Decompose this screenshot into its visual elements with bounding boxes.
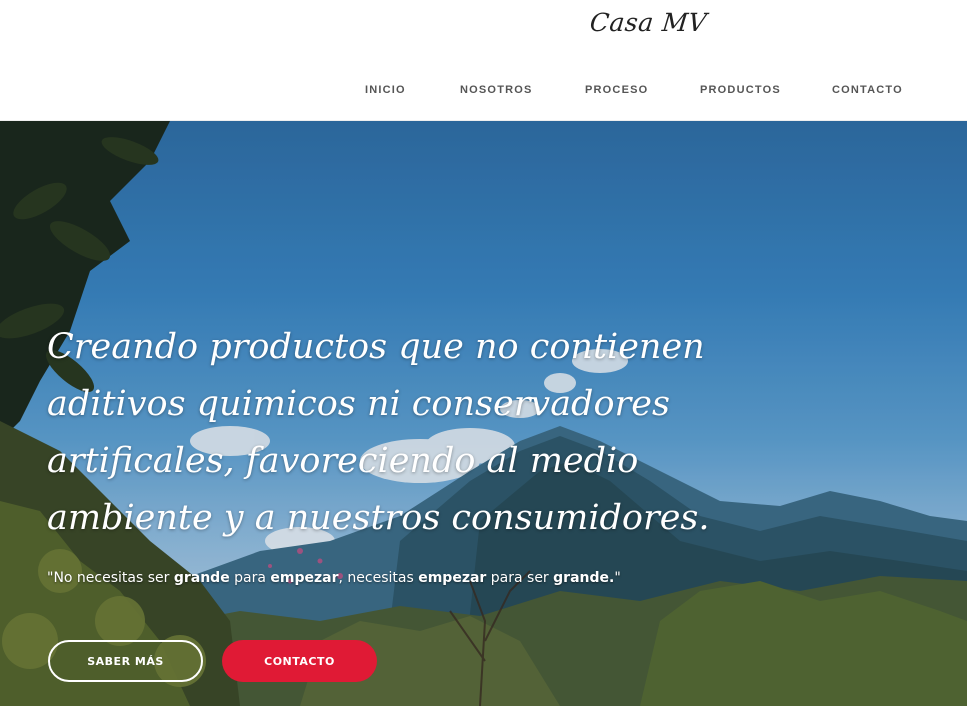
hero-section: Creando productos que no contienen aditi… bbox=[0, 121, 967, 706]
nav-item-productos[interactable]: PRODUCTOS bbox=[700, 84, 781, 96]
contacto-button[interactable]: CONTACTO bbox=[222, 640, 377, 682]
main-nav: INICIO NOSOTROS PROCESO PRODUCTOS CONTAC… bbox=[0, 84, 967, 100]
site-header: Casa MV INICIO NOSOTROS PROCESO PRODUCTO… bbox=[0, 0, 967, 121]
nav-item-contacto[interactable]: CONTACTO bbox=[832, 84, 903, 96]
nav-item-inicio[interactable]: INICIO bbox=[365, 84, 406, 96]
saber-mas-button[interactable]: SABER MÁS bbox=[48, 640, 203, 682]
nav-item-nosotros[interactable]: NOSOTROS bbox=[460, 84, 533, 96]
hero-quote: "No necesitas ser grande para empezar, n… bbox=[47, 570, 621, 586]
hero-headline: Creando productos que no contienen aditi… bbox=[47, 327, 710, 538]
nav-item-proceso[interactable]: PROCESO bbox=[585, 84, 648, 96]
site-logo[interactable]: Casa MV bbox=[588, 8, 708, 37]
